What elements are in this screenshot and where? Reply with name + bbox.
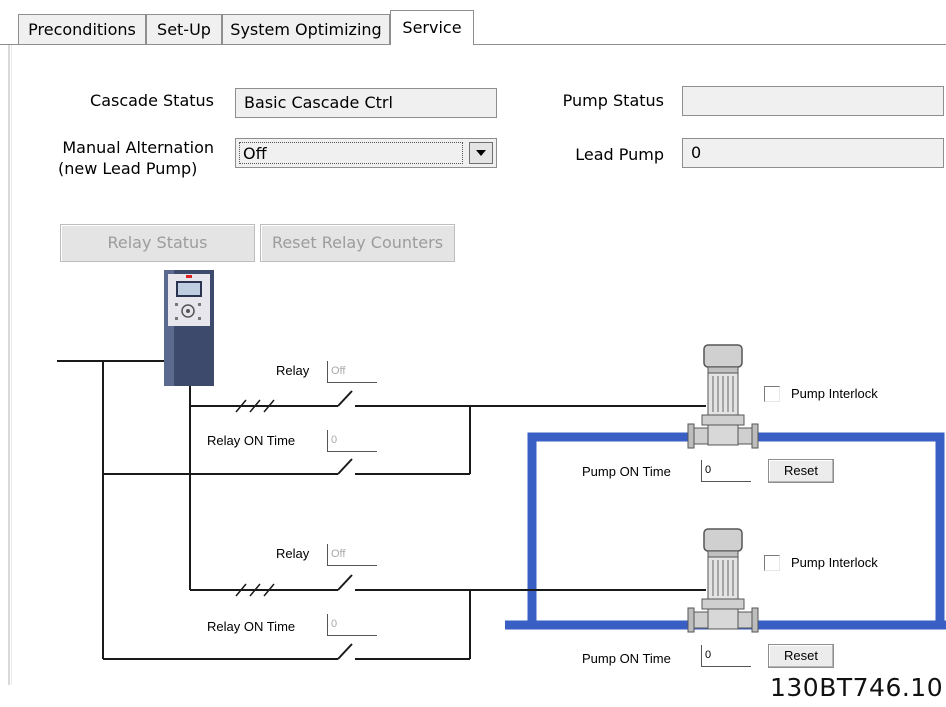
relay-on-time-field: 0 xyxy=(327,430,377,452)
pump-on-time-label: Pump ON Time xyxy=(582,464,671,479)
wiring xyxy=(57,360,706,660)
pump-on-time-field[interactable]: 0 xyxy=(701,645,751,667)
reset-button[interactable]: Reset xyxy=(768,644,834,668)
vertical-pump-icon xyxy=(687,528,759,633)
pump-on-time-label: Pump ON Time xyxy=(582,651,671,666)
relay-label: Relay xyxy=(276,363,310,378)
pump-interlock-label: Pump Interlock xyxy=(791,386,878,401)
tab-service[interactable]: Service xyxy=(390,10,474,45)
pump-on-time-field[interactable]: 0 xyxy=(701,460,751,482)
relay-state-field: Off xyxy=(327,361,377,383)
frequency-converter-icon xyxy=(164,270,214,386)
cascade-wiring-diagram xyxy=(57,270,946,660)
pump-interlock-checkbox[interactable] xyxy=(764,386,780,402)
relay-on-time-label: Relay ON Time xyxy=(207,433,296,448)
reset-button[interactable]: Reset xyxy=(768,459,834,483)
pump-interlock-label: Pump Interlock xyxy=(791,555,878,570)
pump-interlock-checkbox[interactable] xyxy=(764,555,780,571)
relay-label: Relay xyxy=(276,546,310,561)
relay-on-time-field: 0 xyxy=(327,614,377,636)
relay-on-time-label: Relay ON Time xyxy=(207,619,296,634)
figure-code: 130BT746.10 xyxy=(770,673,944,702)
relay-state-field: Off xyxy=(327,544,377,566)
vertical-pump-icon xyxy=(687,344,759,449)
